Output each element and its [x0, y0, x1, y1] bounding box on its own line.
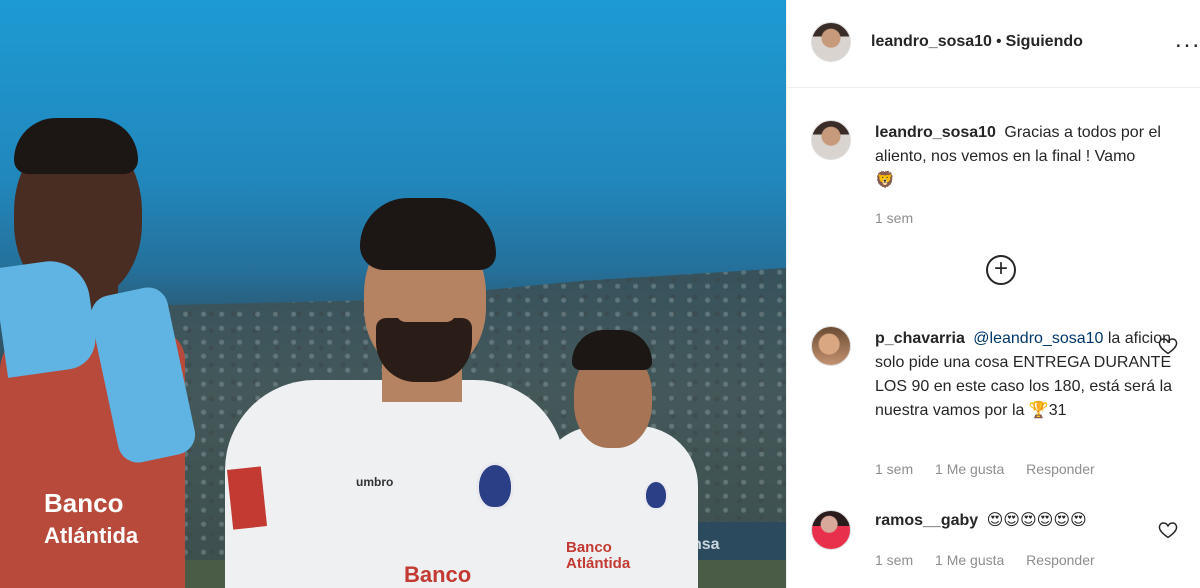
sponsor-logo-2: Banco	[404, 562, 472, 587]
player-center-beard	[376, 318, 472, 382]
following-button[interactable]: Siguiendo	[1006, 33, 1083, 50]
trophy-emoji: 🏆	[1028, 402, 1049, 419]
post-photo[interactable]: nsa Banco Atlántida umbro Banco Banco At…	[0, 0, 786, 588]
comment-2-reply-button[interactable]: Responder	[1026, 552, 1095, 568]
caption-username[interactable]: leandro_sosa10	[875, 124, 996, 141]
sponsor-1-text: Banco	[44, 488, 124, 518]
comment-2-text: ramos__gaby 😍😍😍😍😍😍	[875, 509, 1185, 533]
sponsor-3-text: Banco	[566, 539, 612, 556]
shirt-stripe	[226, 466, 268, 530]
more-options-icon[interactable]: ...	[1175, 28, 1200, 52]
load-more-comments-icon[interactable]: +	[986, 255, 1016, 285]
comment-1-suffix: 31	[1048, 402, 1067, 419]
club-crest	[476, 462, 514, 510]
sponsor-1b-text: Atlántida	[44, 523, 139, 548]
comment-1-time[interactable]: 1 sem	[875, 461, 913, 477]
comment-1-meta: 1 sem 1 Me gusta Responder	[875, 461, 1113, 477]
comment-2-body: 😍😍😍😍😍😍	[986, 512, 1087, 529]
player-left-hair	[14, 118, 138, 174]
comment-1-username[interactable]: p_chavarria	[875, 330, 965, 347]
comment-2-meta: 1 sem 1 Me gusta Responder	[875, 552, 1113, 568]
player-center-face	[396, 300, 456, 322]
caption-avatar[interactable]	[811, 120, 851, 160]
sponsor-3b-text: Atlántida	[566, 555, 631, 572]
post-header: leandro_sosa10 • Siguiendo ...	[787, 0, 1200, 88]
player-center-shirt	[225, 380, 565, 588]
post-sidebar: leandro_sosa10 • Siguiendo ... leandro_sos…	[786, 0, 1200, 588]
sponsor-logo-3: Banco Atlántida	[566, 540, 630, 572]
comment-2-username[interactable]: ramos__gaby	[875, 512, 978, 529]
comment-2-likes[interactable]: 1 Me gusta	[935, 552, 1004, 568]
lion-emoji: 🦁	[875, 172, 895, 189]
club-crest-small	[644, 480, 668, 510]
comment-1-reply-button[interactable]: Responder	[1026, 461, 1095, 477]
header-username[interactable]: leandro_sosa10	[871, 33, 992, 50]
sponsor-logo-1: Banco Atlántida	[44, 488, 138, 550]
caption-meta: 1 sem	[875, 210, 931, 226]
comment-1-like-heart-icon[interactable]	[1158, 337, 1178, 355]
caption-text: leandro_sosa10 Gracias a todos por el al…	[875, 121, 1185, 193]
caption-time[interactable]: 1 sem	[875, 210, 913, 226]
comment-2-avatar[interactable]	[811, 510, 851, 550]
kit-brand-logo: umbro	[356, 475, 394, 489]
comment-1-likes[interactable]: 1 Me gusta	[935, 461, 1004, 477]
comment-2-like-heart-icon[interactable]	[1158, 521, 1178, 539]
comment-2-time[interactable]: 1 sem	[875, 552, 913, 568]
comment-1-text: p_chavarria @leandro_sosa10 la aficion s…	[875, 327, 1185, 423]
player-center-hair	[360, 198, 496, 270]
header-user-line: leandro_sosa10 • Siguiendo	[871, 33, 1083, 51]
comment-1-mention[interactable]: @leandro_sosa10	[973, 330, 1103, 347]
header-avatar[interactable]	[811, 22, 851, 62]
header-separator: •	[995, 33, 1002, 50]
comment-1-avatar[interactable]	[811, 326, 851, 366]
